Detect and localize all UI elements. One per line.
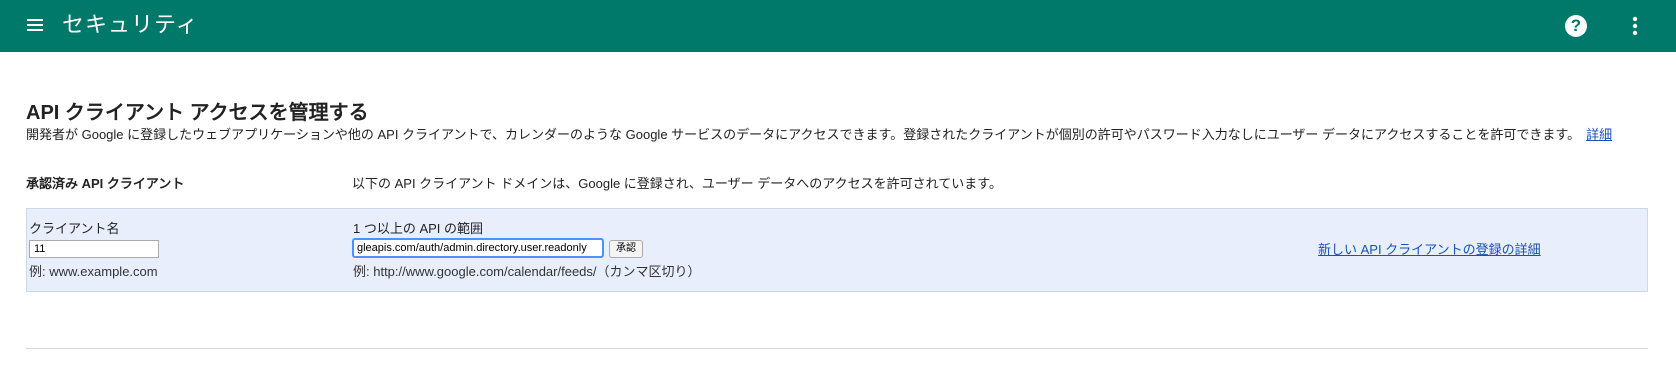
app-bar: セキュリティ ? (0, 0, 1676, 52)
page-description-text: 開発者が Google に登録したウェブアプリケーションや他の API クライア… (26, 127, 1581, 142)
menu-icon[interactable] (26, 16, 44, 34)
page-description: 開発者が Google に登録したウェブアプリケーションや他の API クライア… (26, 124, 1612, 143)
client-name-label: クライアント名 (29, 221, 120, 236)
help-icon[interactable]: ? (1565, 15, 1587, 37)
scope-label: 1 つ以上の API の範囲 (353, 221, 484, 236)
more-vert-icon[interactable] (1632, 15, 1638, 37)
register-client-link[interactable]: 新しい API クライアントの登録の詳細 (1318, 239, 1541, 258)
details-link[interactable]: 詳細 (1586, 127, 1612, 142)
scope-hint: 例: http://www.google.com/calendar/feeds/… (353, 264, 701, 279)
authorize-button[interactable]: 承認 (609, 240, 643, 258)
add-client-form: クライアント名 例: www.example.com 1 つ以上の API の範… (26, 208, 1648, 292)
app-title: セキュリティ (62, 12, 199, 37)
client-name-input[interactable] (29, 240, 159, 258)
section-label: 承認済み API クライアント (26, 176, 185, 191)
scope-input[interactable] (352, 238, 604, 258)
section-description: 以下の API クライアント ドメインは、Google に登録され、ユーザー デ… (352, 176, 1002, 191)
page-title: API クライアント アクセスを管理する (26, 102, 369, 124)
divider (26, 348, 1648, 349)
client-name-hint: 例: www.example.com (29, 264, 158, 279)
